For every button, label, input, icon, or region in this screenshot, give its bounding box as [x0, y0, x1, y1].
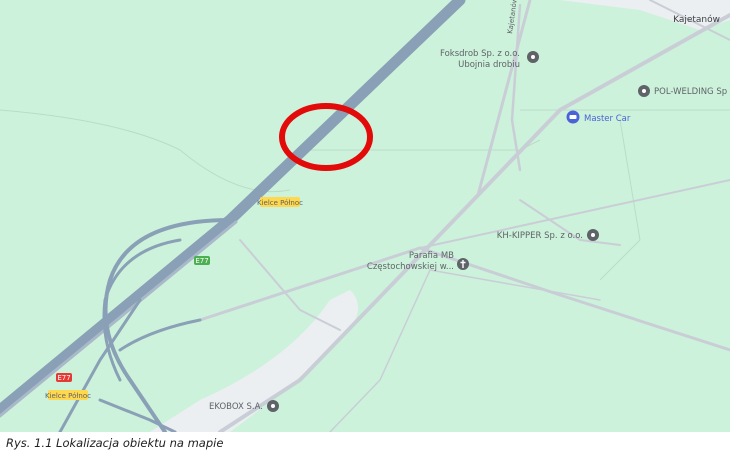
- poi-label-pol-welding: POL-WELDING Sp: [654, 87, 727, 97]
- poi-label-parafia-2: Częstochowskiej w...: [367, 262, 454, 272]
- poi-pin-icon: [527, 51, 539, 63]
- poi-label-foksdrob-1: Foksdrob Sp. z o.o.: [440, 49, 520, 59]
- poi-label-ekobox: EKOBOX S.A.: [209, 402, 263, 412]
- road-shield-e77-upper: E77: [194, 256, 210, 265]
- poi-pin-icon: [638, 85, 650, 97]
- poi-pin-icon: [587, 229, 599, 241]
- church-icon: [457, 258, 469, 270]
- figure-caption: Rys. 1.1 Lokalizacja obiektu na mapie: [6, 436, 224, 450]
- car-repair-icon: [566, 110, 580, 124]
- poi-pin-icon: [267, 400, 279, 412]
- poi-label-master-car: Master Car: [584, 114, 631, 124]
- poi-label-kh-kipper: KH-KIPPER Sp. z o.o.: [497, 231, 583, 241]
- road-shield-kielce-polnoc-upper: Kielce Północ: [257, 197, 303, 207]
- svg-text:Kielce Północ: Kielce Północ: [45, 392, 91, 400]
- poi-label-foksdrob-2: Ubojnia drobiu: [458, 60, 520, 70]
- map-canvas[interactable]: Kielce Północ E77 E77 Kielce Północ Kaje…: [0, 0, 730, 432]
- svg-text:E77: E77: [195, 257, 208, 265]
- poi-label-parafia-1: Parafia MB: [409, 251, 454, 261]
- town-label-kajetanow: Kajetanów: [673, 14, 720, 25]
- road-shield-e77-lower: E77: [56, 373, 72, 382]
- svg-text:Kielce Północ: Kielce Północ: [257, 199, 303, 207]
- road-shield-kielce-polnoc-lower: Kielce Północ: [45, 390, 91, 400]
- svg-text:E77: E77: [57, 374, 70, 382]
